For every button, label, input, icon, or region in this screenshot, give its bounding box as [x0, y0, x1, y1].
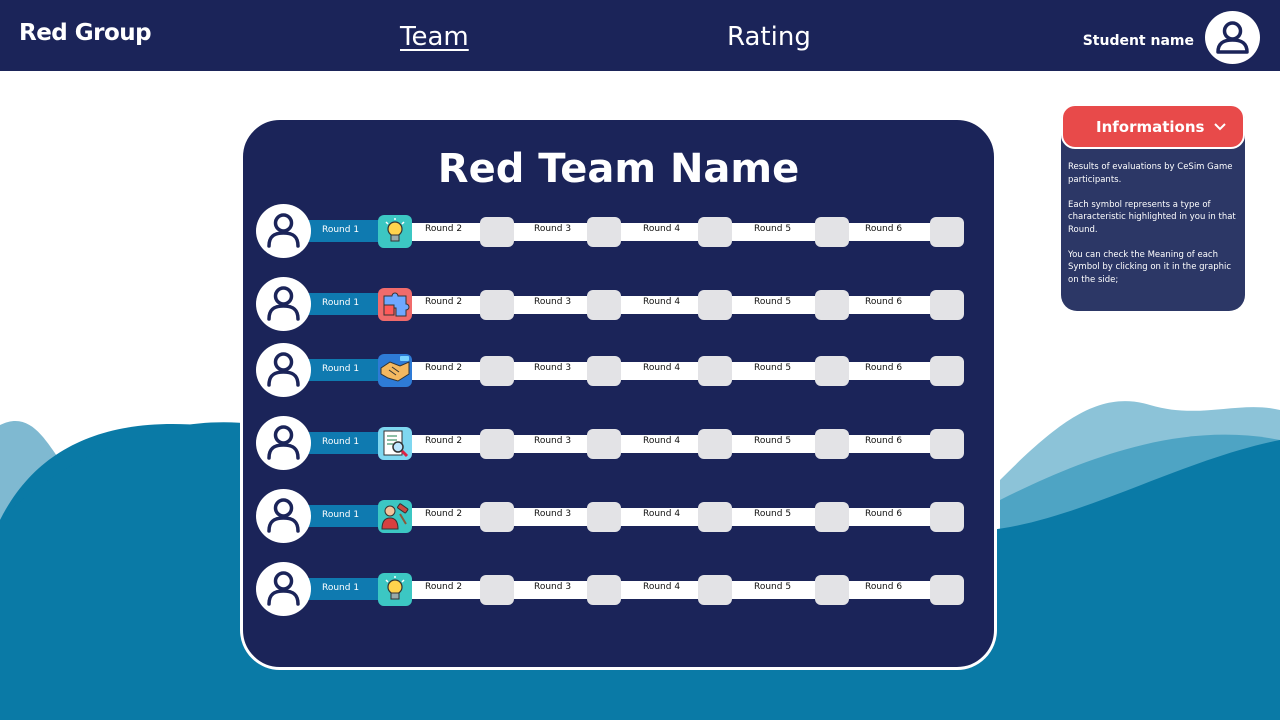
round-symbol-slot[interactable] — [698, 429, 732, 459]
information-toggle-button[interactable]: Informations — [1061, 104, 1245, 149]
round-symbol-slot[interactable] — [815, 356, 849, 386]
nav-rating-link[interactable]: Rating — [727, 22, 811, 52]
top-navigation-bar: Red Group Team Rating Student name — [0, 0, 1280, 71]
information-panel: Informations Results of evaluations by C… — [1061, 104, 1245, 311]
member-row: Round 1 Round 2 Round 3 Round 4 Round 5 Round… — [256, 562, 966, 618]
round-label: Round 5 — [754, 363, 792, 373]
round-symbol-slot[interactable] — [480, 502, 514, 532]
round-symbol-slot[interactable] — [815, 217, 849, 247]
information-title: Informations — [1096, 118, 1205, 136]
round-symbol-slot[interactable] — [698, 356, 732, 386]
round-1-label: Round 1 — [322, 583, 360, 593]
round-symbol-slot[interactable] — [587, 502, 621, 532]
brand-title: Red Group — [19, 20, 152, 46]
puzzle-icon[interactable] — [378, 288, 412, 321]
round-symbol-slot[interactable] — [930, 217, 964, 247]
round-label: Round 2 — [425, 509, 463, 519]
round-label: Round 4 — [643, 582, 681, 592]
document-search-icon[interactable] — [378, 427, 412, 460]
round-symbol-slot[interactable] — [480, 217, 514, 247]
round-label: Round 5 — [754, 436, 792, 446]
round-symbol-slot[interactable] — [480, 290, 514, 320]
lightbulb-icon[interactable] — [378, 573, 412, 606]
judge-gavel-icon[interactable] — [378, 500, 412, 533]
round-symbol-slot[interactable] — [587, 217, 621, 247]
member-avatar-icon — [256, 489, 311, 543]
round-label: Round 3 — [534, 582, 572, 592]
round-label: Round 2 — [425, 224, 463, 234]
round-label: Round 6 — [865, 297, 903, 307]
round-symbol-slot[interactable] — [930, 575, 964, 605]
round-label: Round 2 — [425, 363, 463, 373]
round-1-label: Round 1 — [322, 510, 360, 520]
member-avatar-icon — [256, 416, 311, 470]
team-card: Red Team Name Round 1 Round 2 Round 3 Round… — [240, 117, 997, 670]
round-symbol-slot[interactable] — [480, 356, 514, 386]
round-label: Round 3 — [534, 297, 572, 307]
round-label: Round 3 — [534, 224, 572, 234]
round-symbol-slot[interactable] — [698, 290, 732, 320]
round-1-label: Round 1 — [322, 225, 360, 235]
round-label: Round 3 — [534, 436, 572, 446]
member-row: Round 1 Round 2 Round 3 Round 4 Round 5 Round… — [256, 489, 966, 545]
round-symbol-slot[interactable] — [815, 502, 849, 532]
round-label: Round 5 — [754, 224, 792, 234]
round-1-label: Round 1 — [322, 364, 360, 374]
round-label: Round 4 — [643, 363, 681, 373]
student-name: Student name — [1082, 33, 1194, 49]
round-label: Round 5 — [754, 509, 792, 519]
round-label: Round 4 — [643, 297, 681, 307]
round-symbol-slot[interactable] — [930, 502, 964, 532]
round-1-label: Round 1 — [322, 298, 360, 308]
round-label: Round 6 — [865, 363, 903, 373]
round-label: Round 5 — [754, 582, 792, 592]
member-row: Round 1 Round 2 Round 3 Round 4 Round 5 Round… — [256, 204, 966, 260]
round-label: Round 2 — [425, 582, 463, 592]
round-label: Round 3 — [534, 363, 572, 373]
round-symbol-slot[interactable] — [698, 217, 732, 247]
member-avatar-icon — [256, 277, 311, 331]
member-row: Round 1 Round 2 Round 3 Round 4 Round 5 Round… — [256, 343, 966, 399]
member-avatar-icon — [256, 204, 311, 258]
round-symbol-slot[interactable] — [480, 429, 514, 459]
member-avatar-icon — [256, 562, 311, 616]
round-symbol-slot[interactable] — [815, 575, 849, 605]
round-symbol-slot[interactable] — [930, 429, 964, 459]
nav-team-link[interactable]: Team — [400, 22, 469, 52]
information-text: Results of evaluations by CeSim Game par… — [1068, 162, 1236, 285]
round-label: Round 4 — [643, 224, 681, 234]
round-label: Round 6 — [865, 509, 903, 519]
handshake-icon[interactable] — [378, 354, 412, 387]
member-row: Round 1 Round 2 Round 3 Round 4 Round 5 Round… — [256, 416, 966, 472]
round-symbol-slot[interactable] — [587, 290, 621, 320]
round-symbol-slot[interactable] — [587, 356, 621, 386]
member-avatar-icon — [256, 343, 311, 397]
round-label: Round 2 — [425, 436, 463, 446]
round-label: Round 6 — [865, 582, 903, 592]
round-label: Round 6 — [865, 436, 903, 446]
round-symbol-slot[interactable] — [587, 429, 621, 459]
user-avatar-icon[interactable] — [1205, 11, 1260, 64]
lightbulb-icon[interactable] — [378, 215, 412, 248]
round-symbol-slot[interactable] — [930, 356, 964, 386]
round-label: Round 4 — [643, 436, 681, 446]
round-symbol-slot[interactable] — [698, 502, 732, 532]
round-label: Round 6 — [865, 224, 903, 234]
team-title: Red Team Name — [437, 146, 800, 192]
round-symbol-slot[interactable] — [698, 575, 732, 605]
round-label: Round 2 — [425, 297, 463, 307]
round-symbol-slot[interactable] — [815, 429, 849, 459]
round-label: Round 4 — [643, 509, 681, 519]
round-label: Round 5 — [754, 297, 792, 307]
round-symbol-slot[interactable] — [587, 575, 621, 605]
member-row: Round 1 Round 2 Round 3 Round 4 Round 5 Round… — [256, 277, 966, 333]
chevron-down-icon — [1214, 123, 1226, 131]
round-symbol-slot[interactable] — [815, 290, 849, 320]
round-1-label: Round 1 — [322, 437, 360, 447]
round-label: Round 3 — [534, 509, 572, 519]
round-symbol-slot[interactable] — [930, 290, 964, 320]
round-symbol-slot[interactable] — [480, 575, 514, 605]
